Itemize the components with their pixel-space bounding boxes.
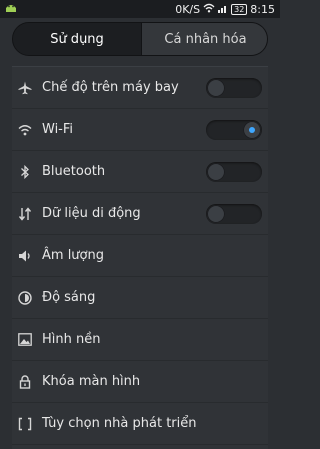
battery-icon: 32 — [231, 3, 248, 15]
mobile-data-row[interactable]: Dữ liệu di động — [12, 193, 268, 235]
bluetooth-icon — [18, 164, 32, 179]
setting-label: Wi-Fi — [42, 122, 74, 137]
image-icon — [18, 333, 32, 347]
airplane-mode-row[interactable]: Chế độ trên máy bay — [12, 67, 268, 109]
setting-label: Độ sáng — [42, 290, 96, 305]
wifi-toggle[interactable] — [206, 120, 262, 140]
developer-options-row[interactable]: Tùy chọn nhà phát triển — [12, 403, 268, 445]
toggle-knob — [207, 79, 225, 97]
brightness-icon — [18, 290, 32, 305]
setting-label: Bluetooth — [42, 164, 106, 179]
data-arrows-icon — [18, 206, 32, 221]
setting-label: Chế độ trên máy bay — [42, 80, 179, 95]
clock: 8:15 — [250, 2, 275, 16]
airplane-mode-toggle[interactable] — [206, 78, 262, 98]
lock-icon — [18, 374, 32, 389]
signal-bars-icon — [218, 3, 228, 16]
battery-level: 32 — [234, 4, 245, 14]
wallpaper-row[interactable]: Hình nền — [12, 319, 268, 361]
tab-label: Sử dụng — [50, 31, 104, 47]
mobile-data-toggle[interactable] — [206, 204, 262, 224]
setting-label: Dữ liệu di động — [42, 206, 141, 221]
android-icon — [4, 2, 18, 17]
lock-screen-row[interactable]: Khóa màn hình — [12, 361, 268, 403]
airplane-icon — [18, 81, 32, 95]
bluetooth-row[interactable]: Bluetooth — [12, 151, 268, 193]
tab-bar: Sử dụng Cá nhân hóa — [12, 22, 268, 56]
tab-ca-nhan-hoa[interactable]: Cá nhân hóa — [141, 23, 267, 55]
wifi-signal-icon — [203, 3, 215, 16]
volume-row[interactable]: Âm lượng — [12, 235, 268, 277]
network-speed: 0K/S — [175, 2, 201, 16]
tab-label: Cá nhân hóa — [164, 31, 247, 47]
toggle-knob — [207, 163, 225, 181]
toggle-knob — [207, 205, 225, 223]
brackets-icon — [18, 417, 32, 431]
brightness-row[interactable]: Độ sáng — [12, 277, 268, 319]
toggle-knob — [243, 121, 261, 139]
settings-list: Chế độ trên máy bay Wi-Fi Bluetooth Dữ l… — [12, 66, 268, 449]
wifi-icon — [18, 123, 32, 137]
setting-label: Khóa màn hình — [42, 374, 141, 389]
wifi-row[interactable]: Wi-Fi — [12, 109, 268, 151]
setting-label: Âm lượng — [42, 248, 104, 263]
setting-label: Hình nền — [42, 332, 101, 347]
bluetooth-toggle[interactable] — [206, 162, 262, 182]
status-bar: 0K/S 32 8:15 — [0, 0, 280, 18]
setting-label: Tùy chọn nhà phát triển — [42, 416, 197, 431]
tab-su-dung[interactable]: Sử dụng — [13, 23, 141, 55]
volume-icon — [18, 249, 32, 263]
